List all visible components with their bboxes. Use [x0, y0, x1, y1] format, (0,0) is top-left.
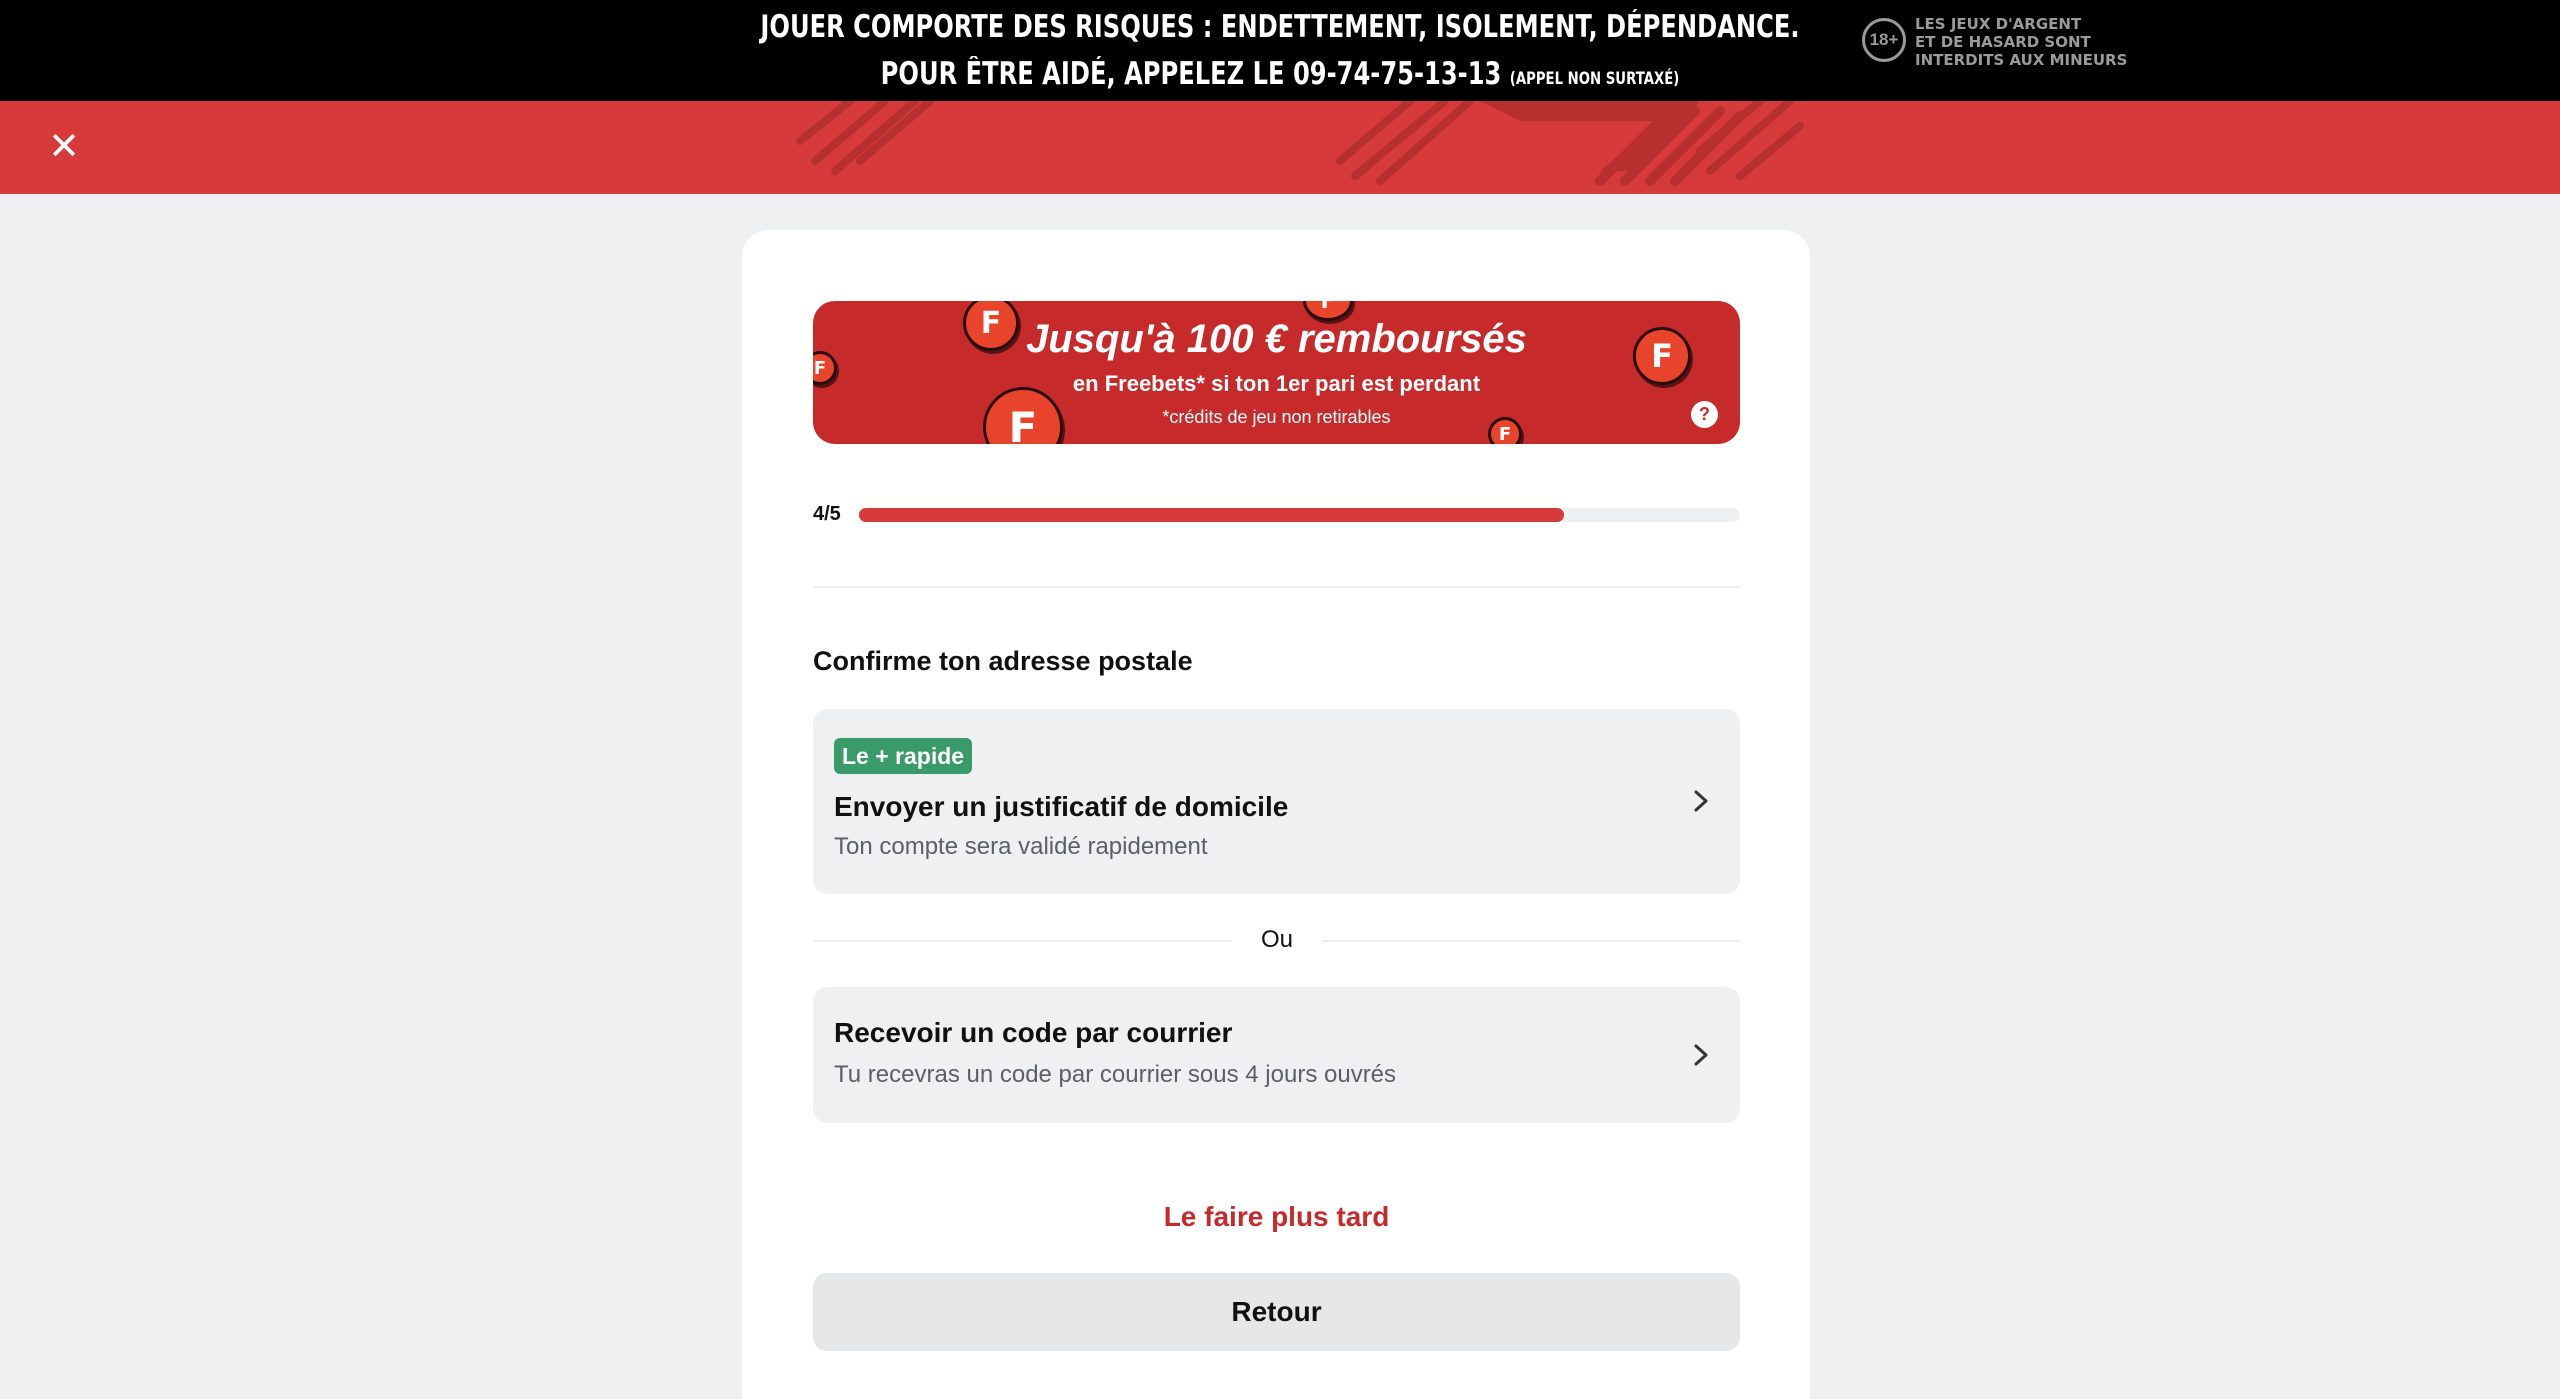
option-upload-proof-of-address[interactable]: Le + rapide Envoyer un justificatif de d… — [813, 709, 1740, 894]
help-icon[interactable]: ? — [1691, 401, 1718, 428]
do-it-later-link[interactable]: Le faire plus tard — [813, 1201, 1740, 1233]
section-title: Confirme ton adresse postale — [813, 646, 1193, 676]
promo-banner: F F F F F F Jusqu'à 100 € remboursés en … — [813, 301, 1740, 444]
age-text-line-3: INTERDITS AUX MINEURS — [1915, 51, 2128, 69]
age-restriction-icon: 18+ — [1862, 18, 1906, 62]
progress-bar-fill — [859, 508, 1564, 522]
progress-bar — [859, 508, 1740, 522]
option-subtitle: Ton compte sera validé rapidement — [834, 833, 1208, 860]
option-title: Envoyer un justificatif de domicile — [834, 791, 1289, 822]
promo-note: *crédits de jeu non retirables — [1162, 407, 1391, 427]
age-text-line-1: LES JEUX D'ARGENT — [1915, 15, 2082, 33]
age-text-line-2: ET DE HASARD SONT — [1915, 33, 2091, 51]
or-separator: Ou — [1232, 926, 1322, 954]
promo-title: Jusqu'à 100 € remboursés — [1026, 317, 1527, 361]
option-subtitle: Tu recevras un code par courrier sous 4 … — [834, 1061, 1397, 1088]
close-button[interactable]: ✕ — [44, 125, 84, 169]
decorative-stripes — [796, 101, 1804, 186]
option-receive-code-by-mail[interactable]: Recevoir un code par courrier Tu recevra… — [813, 987, 1740, 1123]
fastest-badge: Le + rapide — [834, 738, 973, 774]
promo-subtitle: en Freebets* si ton 1er pari est perdant — [1072, 371, 1481, 396]
warning-helpline: POUR ÊTRE AIDÉ, APPELEZ LE 09-74-75-13-1… — [880, 56, 1502, 92]
progress-step-label: 4/5 — [813, 503, 841, 525]
app-header: ✕ — [0, 101, 2560, 194]
chevron-right-icon — [1694, 790, 1708, 812]
chevron-right-icon — [1694, 1044, 1708, 1066]
divider — [813, 586, 1740, 588]
age-restriction-text: LES JEUX D'ARGENT ET DE HASARD SONT INTE… — [1915, 15, 2155, 69]
option-title: Recevoir un code par courrier — [834, 1017, 1233, 1048]
gambling-warning-banner: JOUER COMPORTE DES RISQUES : ENDETTEMENT… — [0, 0, 2560, 101]
warning-text: JOUER COMPORTE DES RISQUES : ENDETTEMENT… — [0, 0, 2560, 101]
registration-card: F F F F F F Jusqu'à 100 € remboursés en … — [742, 230, 1810, 1399]
back-button[interactable]: Retour — [813, 1273, 1740, 1351]
warning-helpline-note: (APPEL NON SURTAXÉ) — [1509, 69, 1680, 89]
